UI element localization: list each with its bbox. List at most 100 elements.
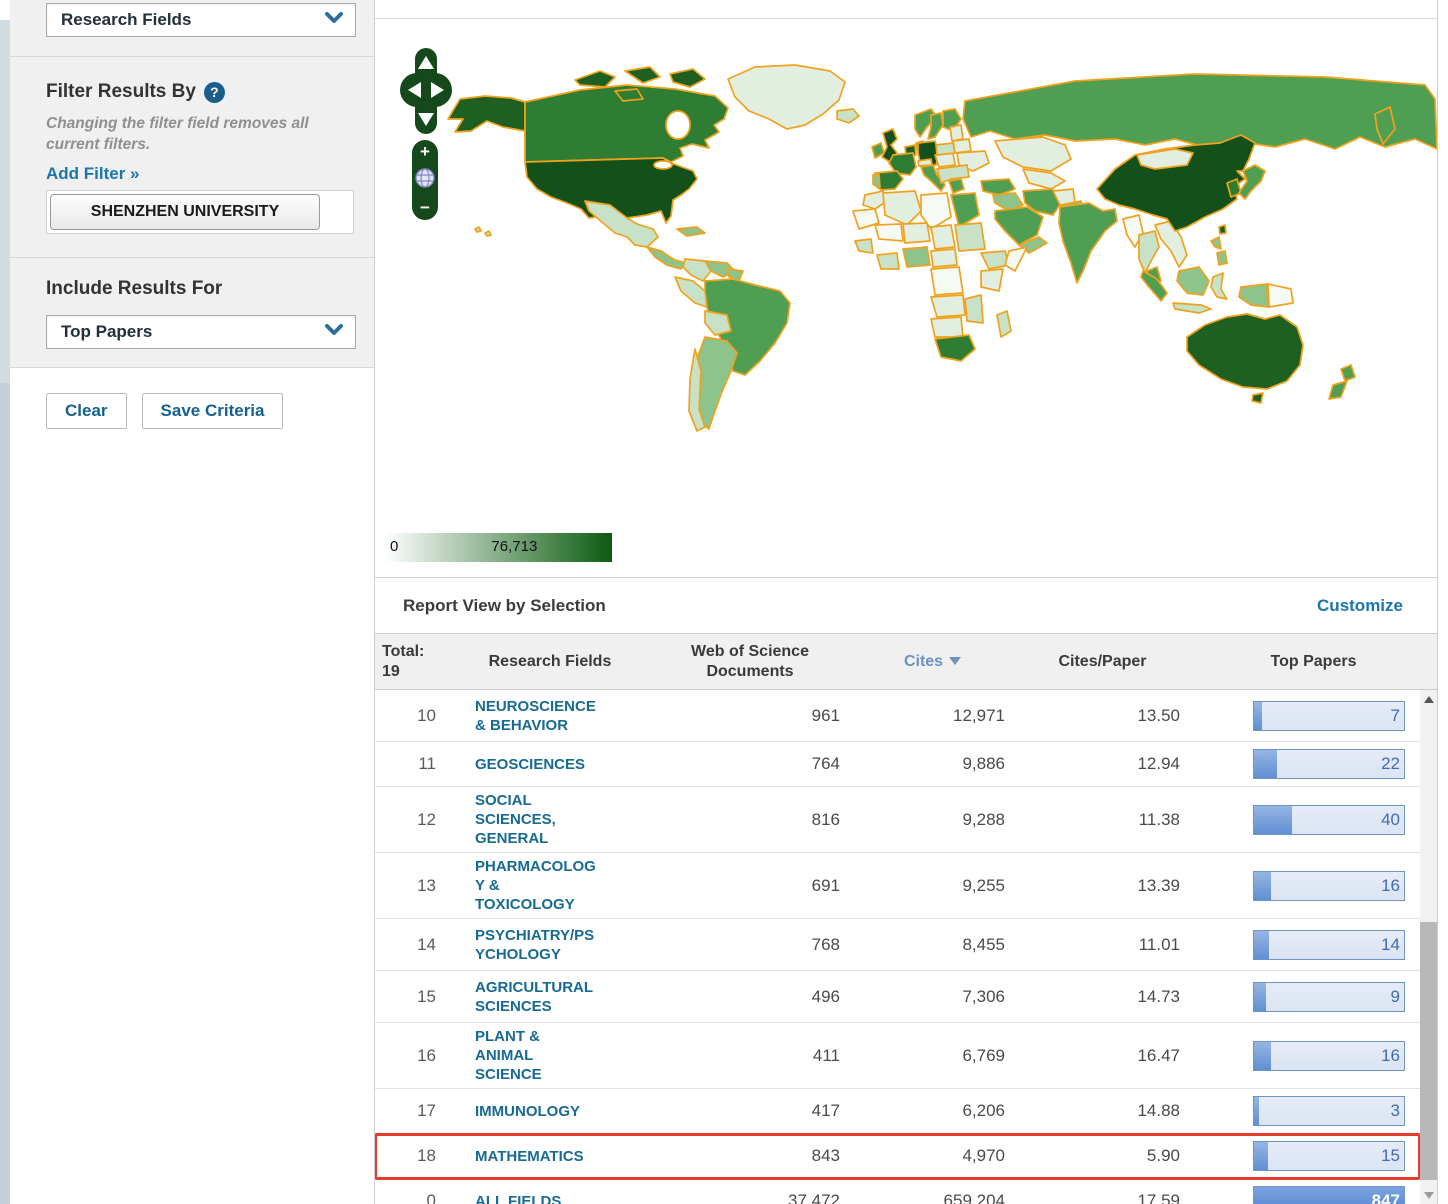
- row-cites-per-paper-value: 17.59: [1015, 1191, 1190, 1204]
- top-papers-bar: 15: [1253, 1141, 1405, 1171]
- map-country-cuba: [677, 227, 705, 236]
- table-body: 10 NEUROSCIENCE & BEHAVIOR 961 12,971 13…: [375, 690, 1437, 1204]
- table-row: 12 SOCIAL SCIENCES, GENERAL 816 9,288 11…: [375, 787, 1420, 853]
- map-country-mongolia: [1137, 149, 1193, 169]
- top-papers-value: 15: [1381, 1146, 1400, 1166]
- total-count: Total: 19: [375, 642, 450, 682]
- zoom-out-button[interactable]: −: [420, 200, 430, 216]
- row-cites-per-paper-value: 13.39: [1015, 876, 1190, 896]
- research-field-link[interactable]: ALL FIELDS: [475, 1192, 561, 1204]
- map-country-japan: [1239, 165, 1265, 199]
- row-cites-value: 9,886: [850, 754, 1015, 774]
- top-papers-bar-fill: [1254, 750, 1277, 778]
- map-country-new-zealand-north: [1341, 365, 1355, 381]
- map-country-philippines: [1211, 237, 1221, 249]
- column-header-cites-per-paper[interactable]: Cites/Paper: [1015, 652, 1190, 672]
- map-country-niger: [903, 223, 930, 243]
- clear-button[interactable]: Clear: [46, 393, 127, 429]
- include-results-title: Include Results For: [46, 278, 222, 299]
- row-rank: 11: [375, 754, 450, 774]
- filter-hint-text: Changing the filter field removes all cu…: [46, 113, 364, 155]
- map-country-mali: [875, 224, 903, 241]
- map-country-taiwan: [1219, 225, 1226, 234]
- map-country-papua-new-guinea: [1268, 284, 1293, 307]
- map-islands-hawaii: [475, 227, 491, 236]
- map-region-mozambique: [965, 295, 983, 323]
- chevron-down-icon: [325, 323, 343, 341]
- row-cites-per-paper-value: 13.50: [1015, 706, 1190, 726]
- research-fields-dropdown[interactable]: Research Fields: [46, 3, 356, 37]
- map-country-nigeria: [903, 247, 930, 267]
- top-papers-bar-fill: [1254, 1042, 1271, 1070]
- help-icon[interactable]: ?: [204, 82, 225, 103]
- map-country-chad: [931, 225, 955, 249]
- world-map-countries[interactable]: [448, 65, 1437, 431]
- research-field-link[interactable]: MATHEMATICS: [475, 1147, 584, 1166]
- sidebar-collapse-strip-lower[interactable]: [0, 383, 10, 1204]
- scroll-down-button[interactable]: [1420, 1186, 1437, 1204]
- column-header-research-fields[interactable]: Research Fields: [450, 652, 650, 672]
- map-country-ethiopia: [981, 251, 1009, 269]
- top-papers-value: 14: [1381, 935, 1400, 955]
- map-country-iceland: [837, 109, 859, 123]
- row-cites-per-paper-value: 5.90: [1015, 1146, 1190, 1166]
- sidebar-collapse-strip[interactable]: [0, 20, 10, 383]
- table-row: 10 NEUROSCIENCE & BEHAVIOR 961 12,971 13…: [375, 690, 1420, 742]
- research-field-link[interactable]: PLANT & ANIMAL SCIENCE: [475, 1027, 542, 1084]
- sidebar: Research Fields Filter Results By ? Chan…: [0, 0, 375, 1204]
- map-country-madagascar: [997, 311, 1011, 337]
- row-cites-per-paper-value: 16.47: [1015, 1046, 1190, 1066]
- map-region-cameroon-car: [931, 249, 957, 267]
- map-hudson-bay: [666, 111, 690, 139]
- row-docs-value: 764: [650, 754, 850, 774]
- map-pan-control[interactable]: [400, 48, 452, 134]
- scroll-up-button[interactable]: [1420, 690, 1437, 708]
- map-country-somalia: [1005, 247, 1027, 271]
- map-zoom-control[interactable]: + −: [412, 140, 438, 220]
- row-rank: 15: [375, 987, 450, 1007]
- top-papers-dropdown[interactable]: Top Papers: [46, 315, 356, 349]
- research-field-link[interactable]: PHARMACOLOG Y & TOXICOLOGY: [475, 857, 596, 914]
- map-island-tasmania: [1252, 393, 1263, 403]
- row-rank: 10: [375, 706, 450, 726]
- top-papers-bar-fill: [1254, 1097, 1259, 1125]
- top-papers-dropdown-value: Top Papers: [61, 322, 152, 342]
- map-country-bolivia: [705, 311, 731, 335]
- row-cites-value: 7,306: [850, 987, 1015, 1007]
- customize-link[interactable]: Customize: [1317, 596, 1403, 616]
- research-field-link[interactable]: NEUROSCIENCE & BEHAVIOR: [475, 697, 596, 735]
- map-arctic-island: [575, 71, 615, 87]
- map-color-legend: 0 76,713: [385, 533, 612, 562]
- column-header-wos-documents[interactable]: Web of Science Documents: [650, 642, 850, 682]
- table-scrollbar[interactable]: [1420, 690, 1437, 1204]
- research-field-link[interactable]: IMMUNOLOGY: [475, 1102, 580, 1121]
- row-cites-value: 9,288: [850, 810, 1015, 830]
- globe-icon[interactable]: [415, 168, 435, 193]
- column-header-top-papers[interactable]: Top Papers: [1190, 652, 1437, 672]
- pan-arrows-icon: [400, 48, 452, 134]
- research-field-link[interactable]: AGRICULTURAL SCIENCES: [475, 978, 593, 1016]
- row-docs-value: 691: [650, 876, 850, 896]
- map-country-south-africa: [935, 335, 975, 361]
- row-rank: 0: [375, 1191, 450, 1204]
- scrollbar-thumb[interactable]: [1420, 922, 1437, 1180]
- top-papers-value: 3: [1391, 1101, 1400, 1121]
- research-field-link[interactable]: SOCIAL SCIENCES, GENERAL: [475, 791, 556, 848]
- add-filter-link[interactable]: Add Filter »: [46, 164, 140, 184]
- top-papers-bar-fill: [1254, 931, 1269, 959]
- column-header-cites[interactable]: Cites: [850, 652, 1015, 672]
- research-field-link[interactable]: GEOSCIENCES: [475, 755, 585, 774]
- map-region-senegal-guinea: [855, 239, 873, 253]
- row-cites-value: 659,204: [850, 1191, 1015, 1204]
- save-criteria-button[interactable]: Save Criteria: [142, 393, 284, 429]
- zoom-in-button[interactable]: +: [420, 144, 430, 160]
- row-docs-value: 768: [650, 935, 850, 955]
- page: Research Fields Filter Results By ? Chan…: [0, 0, 1448, 1204]
- table-row: 15 AGRICULTURAL SCIENCES 496 7,306 14.73…: [375, 971, 1420, 1023]
- active-filter-button[interactable]: SHENZHEN UNIVERSITY: [50, 194, 320, 230]
- map-great-lakes: [654, 161, 672, 169]
- row-cites-value: 12,971: [850, 706, 1015, 726]
- map-island-new-guinea-west: [1239, 284, 1268, 307]
- research-field-link[interactable]: PSYCHIATRY/PS YCHOLOGY: [475, 926, 594, 964]
- top-papers-bar-fill: [1254, 806, 1292, 834]
